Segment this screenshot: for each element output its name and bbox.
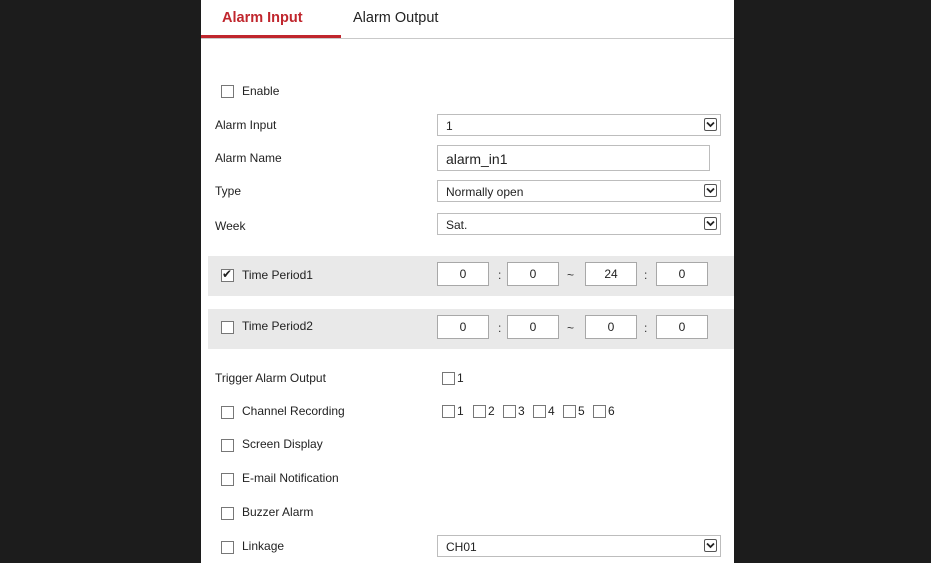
channel-recording-label: Channel Recording: [242, 404, 345, 418]
linkage-label: Linkage: [242, 539, 285, 553]
enable-label: Enable: [242, 84, 280, 98]
alarm-name-label: Alarm Name: [215, 151, 282, 165]
buzzer-alarm-label: Buzzer Alarm: [242, 505, 314, 519]
channel-3-checkbox[interactable]: [503, 405, 516, 418]
type-value: Normally open: [446, 185, 524, 199]
alarm-input-label: Alarm Input: [215, 118, 277, 132]
range-separator: ~: [567, 268, 575, 282]
channel-5-checkbox[interactable]: [563, 405, 576, 418]
channel-6-checkbox[interactable]: [593, 405, 606, 418]
chevron-down-icon: [704, 118, 717, 131]
channel-2-label: 2: [488, 404, 495, 418]
time-period2-start-minute[interactable]: 0: [507, 315, 559, 339]
trigger-output-1-label: 1: [457, 371, 464, 385]
time-period1-start-minute[interactable]: 0: [507, 262, 559, 286]
alarm-input-value: 1: [446, 119, 453, 133]
channel-2-checkbox[interactable]: [473, 405, 486, 418]
type-label: Type: [215, 184, 242, 198]
time-separator: :: [498, 268, 502, 282]
time-period1-checkbox[interactable]: [221, 267, 234, 282]
trigger-output-1-checkbox[interactable]: [442, 372, 455, 385]
alarm-name-field[interactable]: alarm_in1: [437, 145, 710, 171]
time-period2-start-hour[interactable]: 0: [437, 315, 489, 339]
time-period2-end-minute[interactable]: 0: [656, 315, 708, 339]
type-select[interactable]: Normally open: [437, 180, 721, 202]
trigger-alarm-output-label: Trigger Alarm Output: [215, 371, 326, 385]
channel-5-label: 5: [578, 404, 585, 418]
time-separator: :: [498, 321, 502, 335]
channel-6-label: 6: [608, 404, 615, 418]
channel-1-checkbox[interactable]: [442, 405, 455, 418]
time-period1-label: Time Period1: [242, 268, 313, 282]
linkage-value: CH01: [446, 540, 477, 554]
tab-bar: Alarm Input Alarm Output: [201, 0, 734, 39]
tab-alarm-output[interactable]: Alarm Output: [353, 10, 438, 26]
tab-alarm-input[interactable]: Alarm Input: [222, 10, 303, 26]
buzzer-alarm-checkbox[interactable]: [221, 507, 234, 520]
email-notification-label: E-mail Notification: [242, 471, 339, 485]
screen-display-checkbox[interactable]: [221, 439, 234, 452]
screen-display-label: Screen Display: [242, 437, 323, 451]
week-select[interactable]: Sat.: [437, 213, 721, 235]
time-period2-end-hour[interactable]: 0: [585, 315, 637, 339]
active-tab-indicator: [201, 35, 341, 38]
channel-3-label: 3: [518, 404, 525, 418]
chevron-down-icon: [704, 217, 717, 230]
range-separator: ~: [567, 321, 575, 335]
time-period1-start-hour[interactable]: 0: [437, 262, 489, 286]
chevron-down-icon: [704, 184, 717, 197]
week-value: Sat.: [446, 218, 468, 232]
time-period1-end-hour[interactable]: 24: [585, 262, 637, 286]
channel-recording-checkbox[interactable]: [221, 406, 234, 419]
chevron-down-icon: [704, 539, 717, 552]
alarm-settings-panel: Alarm Input Alarm Output Enable Alarm In…: [201, 0, 734, 563]
channel-4-checkbox[interactable]: [533, 405, 546, 418]
channel-1-label: 1: [457, 404, 464, 418]
time-separator: :: [644, 268, 648, 282]
time-period2-checkbox[interactable]: [221, 321, 234, 334]
linkage-select[interactable]: CH01: [437, 535, 721, 557]
channel-4-label: 4: [548, 404, 555, 418]
time-separator: :: [644, 321, 648, 335]
week-label: Week: [215, 219, 246, 233]
alarm-input-select[interactable]: 1: [437, 114, 721, 136]
alarm-name-value: alarm_in1: [446, 151, 508, 167]
time-period2-label: Time Period2: [242, 319, 313, 333]
linkage-checkbox[interactable]: [221, 541, 234, 554]
enable-checkbox[interactable]: [221, 85, 234, 98]
email-notification-checkbox[interactable]: [221, 473, 234, 486]
time-period1-end-minute[interactable]: 0: [656, 262, 708, 286]
